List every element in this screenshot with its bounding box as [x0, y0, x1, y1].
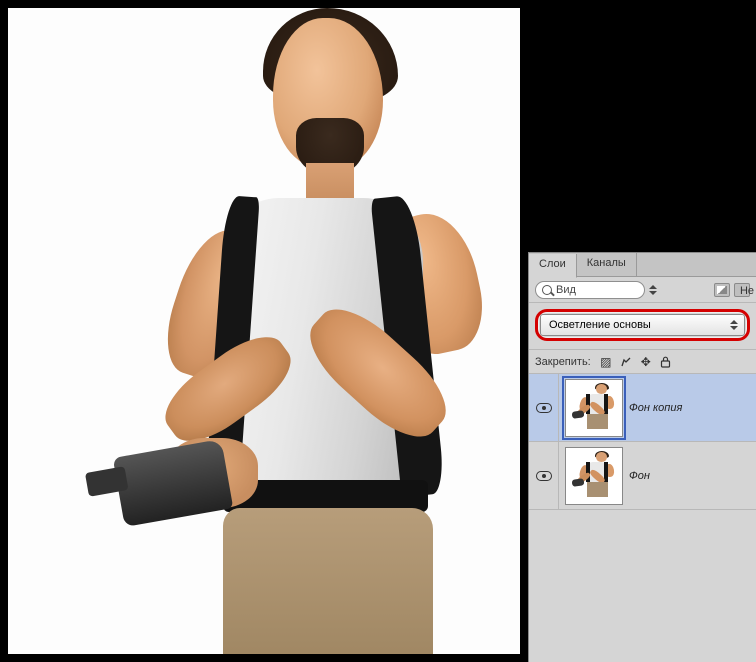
lock-all-icon[interactable] [659, 355, 673, 369]
layer-kind-filter[interactable]: Вид [535, 281, 645, 299]
blend-highlight-annotation: Осветление основы [535, 309, 750, 341]
layer-thumbnail[interactable] [565, 447, 623, 505]
tab-channels[interactable]: Каналы [577, 253, 637, 277]
layer-kind-label: Вид [556, 284, 576, 296]
canvas-figure [128, 18, 478, 654]
layer-name-label[interactable]: Фон копия [629, 402, 682, 414]
layer-name-label[interactable]: Фон [629, 470, 650, 482]
layer-visibility-toggle[interactable] [529, 374, 559, 441]
filter-pixel-icon[interactable] [714, 283, 730, 297]
document-canvas[interactable] [8, 8, 520, 654]
tab-layers[interactable]: Слои [529, 254, 577, 278]
lock-position-icon[interactable]: ✥ [639, 355, 653, 369]
layer-visibility-toggle[interactable] [529, 442, 559, 509]
layers-panel: Слои Каналы Вид Осветление основы Закреп… [528, 252, 756, 662]
chevron-updown-icon [730, 318, 738, 332]
filter-stepper-icon[interactable] [649, 283, 657, 297]
lock-label: Закрепить: [535, 356, 591, 368]
lock-pixels-icon[interactable] [619, 355, 633, 369]
eye-icon [536, 471, 552, 481]
layer-row-fon[interactable]: Фон [529, 442, 756, 510]
opacity-label-truncated: Не [740, 285, 754, 297]
blend-mode-row: Осветление основы [529, 303, 756, 350]
layer-filter-row: Вид [529, 277, 756, 303]
blend-mode-select[interactable]: Осветление основы [540, 314, 745, 336]
panel-tabs: Слои Каналы [529, 253, 756, 277]
layer-row-fon-copy[interactable]: Фон копия [529, 374, 756, 442]
search-icon [542, 285, 552, 295]
blend-mode-value: Осветление основы [549, 319, 651, 331]
layers-list: Фон копия Фон [529, 374, 756, 510]
lock-icons: ▨ ✥ [599, 355, 673, 369]
lock-row: Закрепить: ▨ ✥ [529, 350, 756, 374]
layer-thumbnail[interactable] [565, 379, 623, 437]
lock-transparency-icon[interactable]: ▨ [599, 355, 613, 369]
eye-icon [536, 403, 552, 413]
